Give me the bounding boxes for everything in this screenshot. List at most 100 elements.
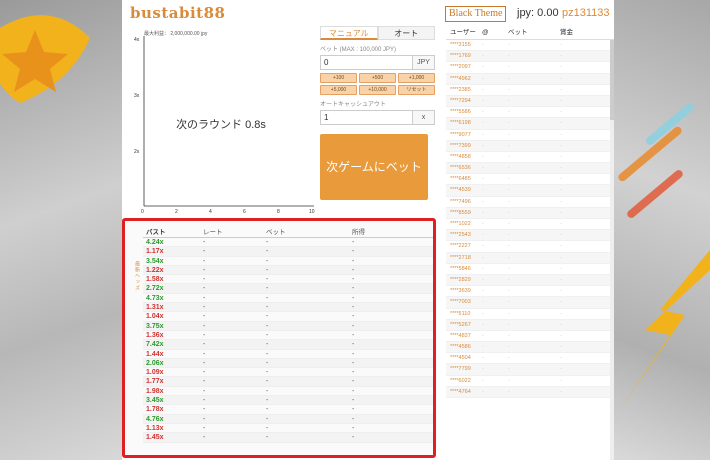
player-cashout: - xyxy=(482,86,484,93)
rate-value: - xyxy=(203,313,206,321)
player-username[interactable]: ****7294 xyxy=(446,96,482,106)
bust-value: 2.06x xyxy=(146,359,164,367)
bet-value: - xyxy=(266,387,269,395)
player-cashout: - xyxy=(482,243,484,250)
bet-value: - xyxy=(266,266,269,274)
player-username[interactable]: ****5586 xyxy=(446,107,482,117)
player-cashout: - xyxy=(482,165,484,172)
player-bet: - xyxy=(508,221,510,227)
player-username[interactable]: ****4539 xyxy=(446,185,482,195)
tab-auto[interactable]: オート xyxy=(377,26,435,40)
bet-value: - xyxy=(266,304,269,312)
player-bet: - xyxy=(508,153,510,160)
player-username[interactable]: ****2227 xyxy=(446,241,482,251)
player-bet: - xyxy=(508,332,510,339)
balance-display: jpy: 0.00 xyxy=(517,7,559,19)
player-username[interactable]: ****5110 xyxy=(446,309,482,319)
players-scrollbar-thumb[interactable] xyxy=(610,40,614,120)
player-cashout: - xyxy=(482,42,484,48)
history-row: 1.09x - - - xyxy=(143,368,433,378)
player-username[interactable]: ****6536 xyxy=(446,163,482,173)
player-bet: - xyxy=(508,187,510,194)
player-username[interactable]: ****2718 xyxy=(446,253,482,263)
player-prize: - xyxy=(560,187,562,194)
player-username[interactable]: ****2385 xyxy=(446,85,482,95)
chip-button[interactable]: +100 xyxy=(320,73,357,83)
player-cashout: - xyxy=(482,355,484,362)
chip-button[interactable]: +500 xyxy=(359,73,396,83)
player-prize: - xyxy=(560,176,562,183)
player-username[interactable]: ****6022 xyxy=(446,376,482,386)
profit-value: - xyxy=(352,285,355,293)
reset-button[interactable]: リセット xyxy=(398,85,435,95)
place-bet-button[interactable]: 次ゲームにベット xyxy=(320,134,428,200)
player-bet: - xyxy=(508,355,510,362)
player-username[interactable]: ****7003 xyxy=(446,297,482,307)
player-row: ****4858- - - xyxy=(446,152,614,164)
player-username[interactable]: ****4764 xyxy=(446,387,482,397)
player-username[interactable]: ****6485 xyxy=(446,174,482,184)
clear-button[interactable]: x xyxy=(413,110,435,125)
player-username[interactable]: ****2829 xyxy=(446,275,482,285)
bet-value: - xyxy=(266,248,269,256)
chip-button[interactable]: +5,000 xyxy=(320,85,357,95)
player-row: ****8559- - - xyxy=(446,207,614,219)
site-logo[interactable]: bustabit88 xyxy=(130,4,225,22)
player-username[interactable]: ****2543 xyxy=(446,230,482,240)
player-username[interactable]: ****7799 xyxy=(446,364,482,374)
bust-value: 1.04x xyxy=(146,313,164,321)
player-cashout: - xyxy=(482,142,484,149)
player-username[interactable]: ****4962 xyxy=(446,74,482,84)
player-prize: - xyxy=(560,265,562,272)
player-row: ****5586- - - xyxy=(446,107,614,119)
player-username[interactable]: ****1022 xyxy=(446,219,482,229)
player-username[interactable]: ****4586 xyxy=(446,342,482,352)
player-username[interactable]: ****6198 xyxy=(446,118,482,128)
bet-amount-input[interactable]: 0 xyxy=(320,55,413,70)
history-row: 1.78x - - - xyxy=(143,405,433,415)
theme-toggle-button[interactable]: Black Theme xyxy=(445,6,507,22)
tab-manual[interactable]: マニュアル xyxy=(320,26,378,40)
auto-cashout-input[interactable]: 1 xyxy=(320,110,413,125)
rate-value: - xyxy=(203,359,206,367)
player-username[interactable]: ****7496 xyxy=(446,197,482,207)
chip-buttons: +100 +500 +1,000 +5,000 +10,000 リセット xyxy=(320,73,435,95)
profit-value: - xyxy=(352,369,355,377)
rate-value: - xyxy=(203,304,206,312)
player-username[interactable]: ****5267 xyxy=(446,320,482,330)
player-row: ****6485- - - xyxy=(446,174,614,186)
player-prize: - xyxy=(560,221,562,227)
lightning-bolt-icon xyxy=(620,250,710,410)
player-row: ****2718- - - xyxy=(446,252,614,264)
chip-button[interactable]: +1,000 xyxy=(398,73,435,83)
player-row: ****6198- - - xyxy=(446,118,614,130)
history-row: 1.22x - - - xyxy=(143,265,433,276)
player-username[interactable]: ****4837 xyxy=(446,331,482,341)
player-username[interactable]: ****2097 xyxy=(446,62,482,72)
player-username[interactable]: ****4504 xyxy=(446,353,482,363)
rate-value: - xyxy=(203,406,206,414)
player-username[interactable]: ****7399 xyxy=(446,141,482,151)
player-bet: - xyxy=(508,86,510,93)
username-link[interactable]: pz131133 xyxy=(562,7,610,19)
player-cashout: - xyxy=(482,299,484,306)
bet-value: - xyxy=(266,378,269,386)
player-row: ****5267- - - xyxy=(446,319,614,331)
y-tick-label: 4x xyxy=(134,37,140,43)
bet-value: - xyxy=(266,406,269,414)
player-username[interactable]: ****5846 xyxy=(446,264,482,274)
player-bet: - xyxy=(508,288,510,295)
chip-button[interactable]: +10,000 xyxy=(359,85,396,95)
history-row: 1.58x - - - xyxy=(143,275,433,285)
player-prize: - xyxy=(560,209,562,216)
player-cashout: - xyxy=(482,97,484,104)
player-username[interactable]: ****3155 xyxy=(446,40,482,50)
player-username[interactable]: ****8559 xyxy=(446,208,482,218)
player-username[interactable]: ****1769 xyxy=(446,51,482,61)
player-bet: - xyxy=(508,276,510,283)
history-row: 1.13x - - - xyxy=(143,424,433,434)
history-row: 1.04x - - - xyxy=(143,312,433,322)
player-username[interactable]: ****4858 xyxy=(446,152,482,162)
player-username[interactable]: ****9077 xyxy=(446,130,482,140)
player-username[interactable]: ****3639 xyxy=(446,286,482,296)
